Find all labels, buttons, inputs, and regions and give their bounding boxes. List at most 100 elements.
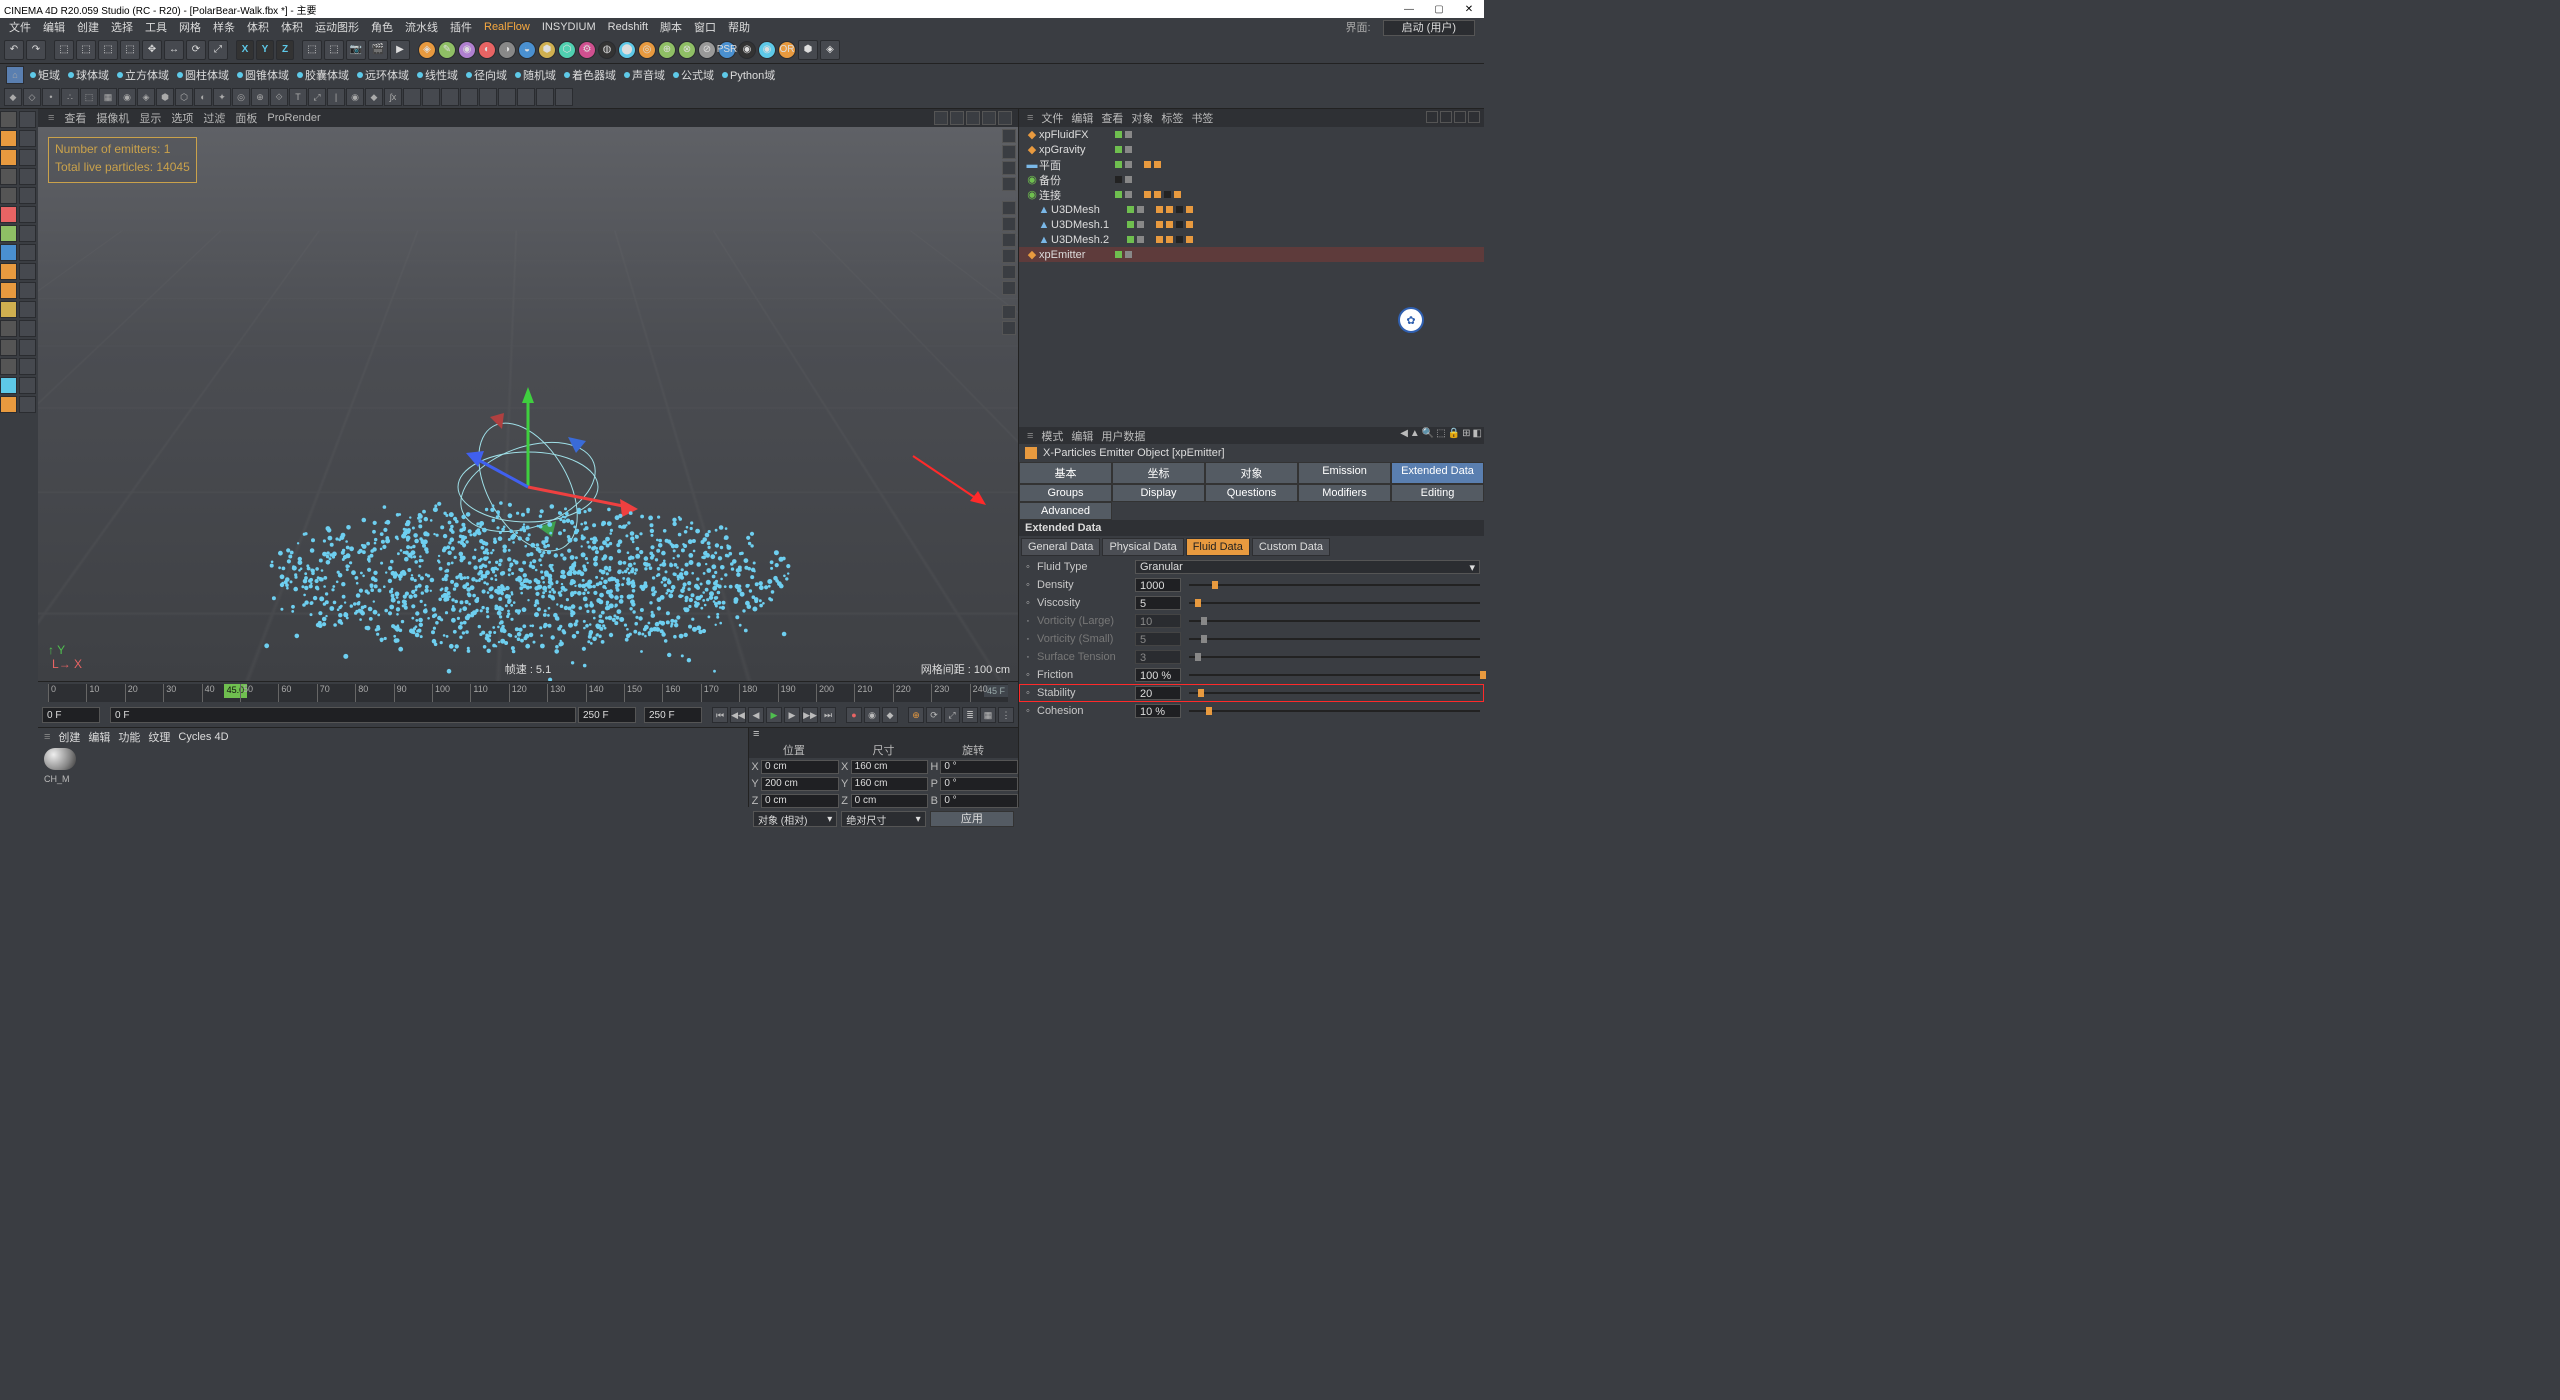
hierarchy-row[interactable]: ◆xpFluidFX: [1019, 127, 1484, 142]
coord-input[interactable]: [851, 777, 929, 791]
hierarchy-row[interactable]: ◉连接: [1019, 187, 1484, 202]
toolbar-button[interactable]: ⬚: [120, 40, 140, 60]
toolbar-button[interactable]: ◉: [758, 41, 776, 59]
material-menu-item[interactable]: 纹理: [148, 729, 170, 745]
field-node[interactable]: 远环体域: [355, 66, 411, 84]
toolbar-button[interactable]: ◒: [518, 41, 536, 59]
vp-nav-icon[interactable]: [1002, 177, 1016, 191]
panel-icon[interactable]: [1454, 111, 1466, 123]
side-tool[interactable]: [0, 263, 17, 280]
xp-tool-button[interactable]: ◆: [365, 88, 383, 106]
vp-nav-icon[interactable]: [1002, 281, 1016, 295]
goto-start-button[interactable]: ⏮: [712, 707, 728, 723]
xp-tool-button[interactable]: |: [327, 88, 345, 106]
vp-nav-icon[interactable]: [1002, 201, 1016, 215]
side-tool[interactable]: [19, 187, 36, 204]
menu-item[interactable]: 创建: [72, 18, 104, 36]
viewport-icon[interactable]: [998, 111, 1012, 125]
menu-item[interactable]: 编辑: [38, 18, 70, 36]
side-tool[interactable]: [0, 187, 17, 204]
toolbar-button[interactable]: Y: [256, 40, 274, 60]
attr-subtab[interactable]: General Data: [1021, 538, 1100, 556]
toolbar-button[interactable]: ⬚: [324, 40, 344, 60]
side-tool[interactable]: [19, 225, 36, 242]
panel-icon[interactable]: [1426, 111, 1438, 123]
viewport-menu-item[interactable]: 摄像机: [96, 110, 129, 126]
prop-tab[interactable]: 基本: [1019, 462, 1112, 484]
side-tool[interactable]: [19, 396, 36, 413]
window-max[interactable]: ▢: [1424, 4, 1454, 15]
xp-tool-button[interactable]: ◇: [23, 88, 41, 106]
layout-select[interactable]: 启动 (用户): [1383, 20, 1475, 36]
material-menu-item[interactable]: 功能: [118, 729, 140, 745]
panel-icon[interactable]: [1440, 111, 1452, 123]
coord-input[interactable]: [761, 760, 839, 774]
side-tool[interactable]: [0, 320, 17, 337]
coord-input[interactable]: [761, 794, 839, 808]
field-node[interactable]: 圆柱体域: [175, 66, 231, 84]
toolbar-button[interactable]: OR: [778, 41, 796, 59]
viewport-icon[interactable]: [950, 111, 964, 125]
toolbar-button[interactable]: ⚙: [578, 41, 596, 59]
menu-item[interactable]: 体积: [242, 18, 274, 36]
vp-nav-icon[interactable]: [1002, 265, 1016, 279]
toolbar-button[interactable]: ▶: [390, 40, 410, 60]
frame-end-a[interactable]: [578, 707, 636, 723]
field-node[interactable]: 线性域: [415, 66, 460, 84]
xp-tool-button[interactable]: [536, 88, 554, 106]
prop-tab[interactable]: 对象: [1205, 462, 1298, 484]
material-menu-item[interactable]: 编辑: [88, 729, 110, 745]
field-node[interactable]: 立方体域: [115, 66, 171, 84]
xp-tool-button[interactable]: ʃx: [384, 88, 402, 106]
prop-tab[interactable]: Groups: [1019, 484, 1112, 502]
toolbar-button[interactable]: ◈: [820, 40, 840, 60]
obj-tab[interactable]: 文件: [1041, 110, 1063, 126]
step-fwd-button[interactable]: ▶▶: [802, 707, 818, 723]
toolbar-button[interactable]: PSR: [718, 41, 736, 59]
prop-tab[interactable]: 坐标: [1112, 462, 1205, 484]
side-tool[interactable]: [19, 282, 36, 299]
toolbar-button[interactable]: ↔: [164, 40, 184, 60]
xp-tool-button[interactable]: ◉: [118, 88, 136, 106]
coord-input[interactable]: [940, 794, 1018, 808]
obj-tab[interactable]: 标签: [1161, 110, 1183, 126]
window-min[interactable]: —: [1394, 4, 1424, 15]
attr-tab[interactable]: 用户数据: [1101, 428, 1145, 444]
input-stability[interactable]: 20: [1135, 686, 1181, 700]
field-node[interactable]: 公式域: [671, 66, 716, 84]
input-cohesion[interactable]: 10 %: [1135, 704, 1181, 718]
field-node[interactable]: 胶囊体域: [295, 66, 351, 84]
toolbar-button[interactable]: Z: [276, 40, 294, 60]
side-tool[interactable]: [0, 282, 17, 299]
side-tool[interactable]: [19, 320, 36, 337]
field-home-icon[interactable]: ⌂: [6, 66, 24, 84]
prev-frame-button[interactable]: ◀: [748, 707, 764, 723]
next-frame-button[interactable]: ▶: [784, 707, 800, 723]
step-back-button[interactable]: ◀◀: [730, 707, 746, 723]
field-node[interactable]: Python域: [720, 66, 777, 84]
menu-item[interactable]: 文件: [4, 18, 36, 36]
prop-tab[interactable]: Extended Data: [1391, 462, 1484, 484]
hierarchy-row[interactable]: ◉备份: [1019, 172, 1484, 187]
coord-input[interactable]: [851, 760, 929, 774]
toolbar-button[interactable]: ◎: [638, 41, 656, 59]
side-tool[interactable]: [0, 130, 17, 147]
obj-tab[interactable]: 编辑: [1071, 110, 1093, 126]
xp-tool-button[interactable]: ▦: [99, 88, 117, 106]
material-menu-item[interactable]: 创建: [58, 729, 80, 745]
dropdown-fluidtype[interactable]: Granular▾: [1135, 560, 1480, 574]
menu-item[interactable]: 体积: [276, 18, 308, 36]
side-tool[interactable]: [19, 301, 36, 318]
viewport-menu-item[interactable]: 显示: [139, 110, 161, 126]
xp-tool-button[interactable]: [479, 88, 497, 106]
side-tool[interactable]: [0, 244, 17, 261]
viewport-menu-item[interactable]: ProRender: [267, 112, 320, 124]
toolbar-button[interactable]: ⬚: [302, 40, 322, 60]
toolbar-button[interactable]: ◑: [498, 41, 516, 59]
menu-item[interactable]: 运动图形: [310, 18, 364, 36]
attr-lock-icon[interactable]: ⬚: [1436, 428, 1445, 439]
coord-input[interactable]: [851, 794, 929, 808]
field-node[interactable]: 圆锥体域: [235, 66, 291, 84]
xp-tool-button[interactable]: [498, 88, 516, 106]
hierarchy-row[interactable]: ◆xpGravity: [1019, 142, 1484, 157]
